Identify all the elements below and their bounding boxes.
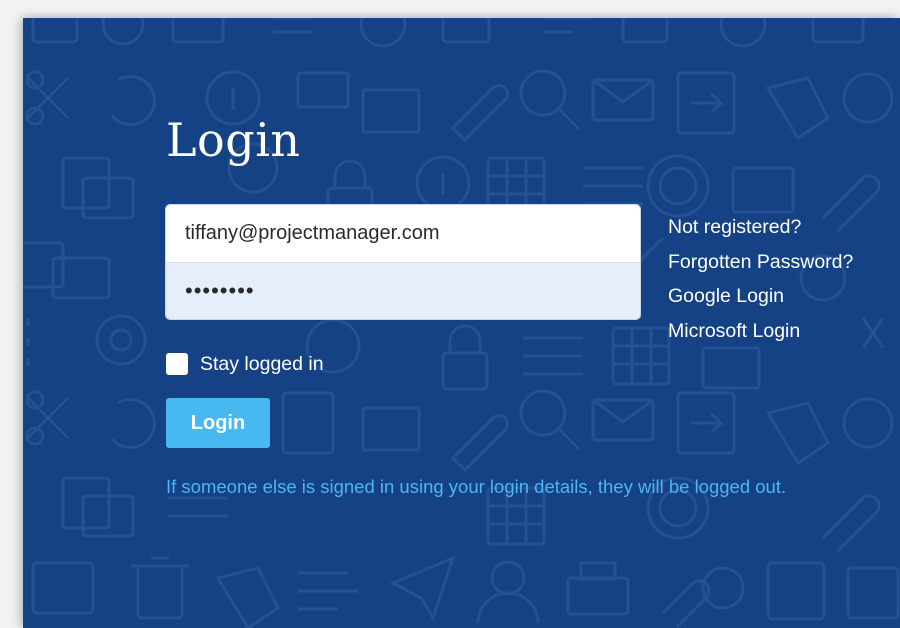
session-notice: If someone else is signed in using your … — [166, 476, 787, 497]
stay-logged-in[interactable]: Stay logged in — [166, 351, 324, 377]
google-login-link[interactable]: Google Login — [668, 279, 888, 314]
auth-links: Not registered? Forgotten Password? Goog… — [668, 210, 888, 348]
stay-logged-in-label: Stay logged in — [200, 352, 324, 375]
credentials-fields — [166, 205, 640, 319]
microsoft-login-link[interactable]: Microsoft Login — [668, 314, 888, 349]
password-field[interactable] — [166, 262, 640, 319]
forgotten-password-link[interactable]: Forgotten Password? — [668, 245, 888, 280]
login-panel: Login Not registered? Forgotten Password… — [23, 18, 900, 628]
stay-logged-in-checkbox[interactable] — [166, 353, 188, 375]
page-title: Login — [166, 113, 301, 167]
login-button[interactable]: Login — [166, 398, 270, 448]
not-registered-link[interactable]: Not registered? — [668, 210, 888, 245]
email-field[interactable] — [166, 205, 640, 262]
